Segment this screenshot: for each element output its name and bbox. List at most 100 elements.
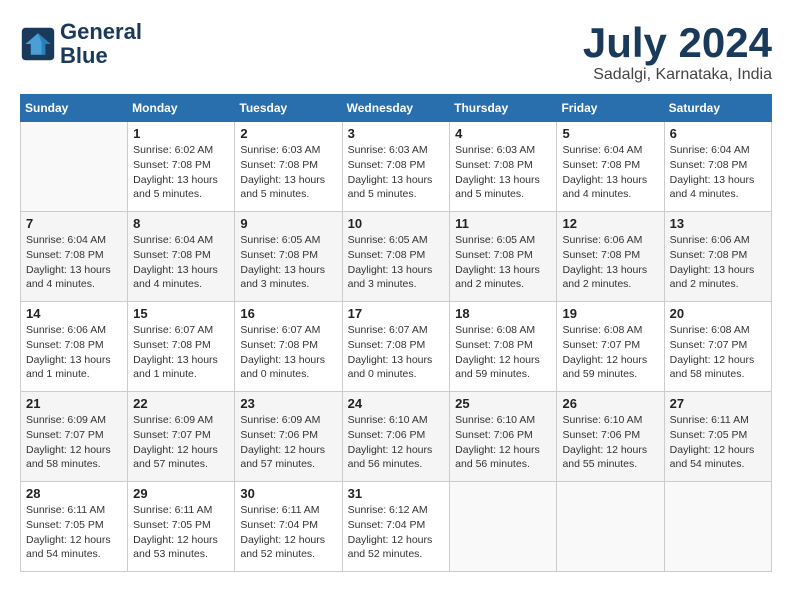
calendar-week-row: 1 Sunrise: 6:02 AMSunset: 7:08 PMDaylight… <box>21 122 772 212</box>
calendar-cell <box>664 482 771 572</box>
day-number: 16 <box>240 306 336 321</box>
day-number: 13 <box>670 216 766 231</box>
calendar-cell: 20Sunrise: 6:08 AMSunset: 7:07 PMDayligh… <box>664 302 771 392</box>
day-info: Sunrise: 6:03 AMSunset: 7:08 PMDaylight:… <box>455 143 551 202</box>
day-info: Sunrise: 6:09 AMSunset: 7:07 PMDaylight:… <box>133 413 229 472</box>
day-info: Sunrise: 6:11 AMSunset: 7:05 PMDaylight:… <box>133 503 229 562</box>
calendar-cell: 13 Sunrise: 6:06 AMSunset: 7:08 PMDayligh… <box>664 212 771 302</box>
weekday-header-row: SundayMondayTuesdayWednesdayThursdayFrid… <box>21 95 772 122</box>
calendar-cell <box>450 482 557 572</box>
day-number: 6 <box>670 126 766 141</box>
calendar-week-row: 14Sunrise: 6:06 AMSunset: 7:08 PMDayligh… <box>21 302 772 392</box>
calendar-cell: 1 Sunrise: 6:02 AMSunset: 7:08 PMDaylight… <box>128 122 235 212</box>
calendar-cell: 26 Sunrise: 6:10 AMSunset: 7:06 PMDayligh… <box>557 392 664 482</box>
day-number: 14 <box>26 306 122 321</box>
month-title: July 2024 <box>583 20 772 66</box>
day-number: 31 <box>348 486 445 501</box>
day-info: Sunrise: 6:09 AMSunset: 7:06 PMDaylight:… <box>240 413 336 472</box>
day-number: 15 <box>133 306 229 321</box>
day-number: 22 <box>133 396 229 411</box>
day-info: Sunrise: 6:03 AMSunset: 7:08 PMDaylight:… <box>348 143 445 202</box>
day-number: 30 <box>240 486 336 501</box>
calendar-cell: 15 Sunrise: 6:07 AMSunset: 7:08 PMDayligh… <box>128 302 235 392</box>
day-info: Sunrise: 6:05 AMSunset: 7:08 PMDaylight:… <box>455 233 551 292</box>
location-text: Sadalgi, Karnataka, India <box>583 66 772 84</box>
day-number: 5 <box>562 126 658 141</box>
day-number: 4 <box>455 126 551 141</box>
day-info: Sunrise: 6:04 AMSunset: 7:08 PMDaylight:… <box>670 143 766 202</box>
calendar-cell: 4 Sunrise: 6:03 AMSunset: 7:08 PMDaylight… <box>450 122 557 212</box>
calendar-cell: 9 Sunrise: 6:05 AMSunset: 7:08 PMDaylight… <box>235 212 342 302</box>
calendar-cell: 10 Sunrise: 6:05 AMSunset: 7:08 PMDayligh… <box>342 212 450 302</box>
day-info: Sunrise: 6:07 AMSunset: 7:08 PMDaylight:… <box>133 323 229 382</box>
calendar-cell: 29Sunrise: 6:11 AMSunset: 7:05 PMDayligh… <box>128 482 235 572</box>
day-info: Sunrise: 6:10 AMSunset: 7:06 PMDaylight:… <box>455 413 551 472</box>
day-number: 7 <box>26 216 122 231</box>
calendar-cell: 18Sunrise: 6:08 AMSunset: 7:08 PMDayligh… <box>450 302 557 392</box>
day-number: 25 <box>455 396 551 411</box>
calendar-cell: 11 Sunrise: 6:05 AMSunset: 7:08 PMDayligh… <box>450 212 557 302</box>
calendar-cell: 16Sunrise: 6:07 AMSunset: 7:08 PMDayligh… <box>235 302 342 392</box>
day-info: Sunrise: 6:02 AMSunset: 7:08 PMDaylight:… <box>133 143 229 202</box>
logo-icon <box>20 26 56 62</box>
weekday-header-sunday: Sunday <box>21 95 128 122</box>
day-info: Sunrise: 6:08 AMSunset: 7:08 PMDaylight:… <box>455 323 551 382</box>
day-number: 26 <box>562 396 658 411</box>
calendar-cell: 27 Sunrise: 6:11 AMSunset: 7:05 PMDayligh… <box>664 392 771 482</box>
calendar-cell: 8 Sunrise: 6:04 AMSunset: 7:08 PMDaylight… <box>128 212 235 302</box>
day-info: Sunrise: 6:04 AMSunset: 7:08 PMDaylight:… <box>133 233 229 292</box>
weekday-header-saturday: Saturday <box>664 95 771 122</box>
day-number: 3 <box>348 126 445 141</box>
calendar-cell: 24Sunrise: 6:10 AMSunset: 7:06 PMDayligh… <box>342 392 450 482</box>
calendar-cell: 28 Sunrise: 6:11 AMSunset: 7:05 PMDayligh… <box>21 482 128 572</box>
day-info: Sunrise: 6:11 AMSunset: 7:04 PMDaylight:… <box>240 503 336 562</box>
day-info: Sunrise: 6:05 AMSunset: 7:08 PMDaylight:… <box>348 233 445 292</box>
weekday-header-wednesday: Wednesday <box>342 95 450 122</box>
calendar-cell: 21Sunrise: 6:09 AMSunset: 7:07 PMDayligh… <box>21 392 128 482</box>
day-info: Sunrise: 6:03 AMSunset: 7:08 PMDaylight:… <box>240 143 336 202</box>
day-info: Sunrise: 6:11 AMSunset: 7:05 PMDaylight:… <box>26 503 122 562</box>
calendar-cell: 22 Sunrise: 6:09 AMSunset: 7:07 PMDayligh… <box>128 392 235 482</box>
day-info: Sunrise: 6:05 AMSunset: 7:08 PMDaylight:… <box>240 233 336 292</box>
weekday-header-thursday: Thursday <box>450 95 557 122</box>
day-number: 1 <box>133 126 229 141</box>
day-number: 20 <box>670 306 766 321</box>
weekday-header-monday: Monday <box>128 95 235 122</box>
calendar-cell: 12 Sunrise: 6:06 AMSunset: 7:08 PMDayligh… <box>557 212 664 302</box>
calendar-cell: 7 Sunrise: 6:04 AMSunset: 7:08 PMDaylight… <box>21 212 128 302</box>
day-info: Sunrise: 6:09 AMSunset: 7:07 PMDaylight:… <box>26 413 122 472</box>
day-number: 27 <box>670 396 766 411</box>
day-number: 24 <box>348 396 445 411</box>
page-header: General Blue July 2024 Sadalgi, Karnatak… <box>20 20 772 84</box>
day-info: Sunrise: 6:10 AMSunset: 7:06 PMDaylight:… <box>562 413 658 472</box>
day-number: 23 <box>240 396 336 411</box>
day-info: Sunrise: 6:06 AMSunset: 7:08 PMDaylight:… <box>562 233 658 292</box>
calendar-week-row: 7 Sunrise: 6:04 AMSunset: 7:08 PMDaylight… <box>21 212 772 302</box>
day-number: 28 <box>26 486 122 501</box>
calendar-cell: 6 Sunrise: 6:04 AMSunset: 7:08 PMDaylight… <box>664 122 771 212</box>
calendar-week-row: 28 Sunrise: 6:11 AMSunset: 7:05 PMDayligh… <box>21 482 772 572</box>
day-number: 11 <box>455 216 551 231</box>
calendar-cell: 25 Sunrise: 6:10 AMSunset: 7:06 PMDayligh… <box>450 392 557 482</box>
day-number: 8 <box>133 216 229 231</box>
calendar-cell: 31 Sunrise: 6:12 AMSunset: 7:04 PMDayligh… <box>342 482 450 572</box>
day-number: 10 <box>348 216 445 231</box>
day-number: 2 <box>240 126 336 141</box>
calendar-cell <box>21 122 128 212</box>
day-info: Sunrise: 6:04 AMSunset: 7:08 PMDaylight:… <box>26 233 122 292</box>
calendar-cell: 2 Sunrise: 6:03 AMSunset: 7:08 PMDaylight… <box>235 122 342 212</box>
calendar-cell: 17Sunrise: 6:07 AMSunset: 7:08 PMDayligh… <box>342 302 450 392</box>
day-number: 12 <box>562 216 658 231</box>
calendar-week-row: 21Sunrise: 6:09 AMSunset: 7:07 PMDayligh… <box>21 392 772 482</box>
calendar-cell <box>557 482 664 572</box>
calendar-cell: 5 Sunrise: 6:04 AMSunset: 7:08 PMDaylight… <box>557 122 664 212</box>
day-info: Sunrise: 6:12 AMSunset: 7:04 PMDaylight:… <box>348 503 445 562</box>
calendar-cell: 30 Sunrise: 6:11 AMSunset: 7:04 PMDayligh… <box>235 482 342 572</box>
calendar-cell: 14Sunrise: 6:06 AMSunset: 7:08 PMDayligh… <box>21 302 128 392</box>
title-block: July 2024 Sadalgi, Karnataka, India <box>583 20 772 84</box>
day-info: Sunrise: 6:06 AMSunset: 7:08 PMDaylight:… <box>670 233 766 292</box>
day-number: 9 <box>240 216 336 231</box>
day-info: Sunrise: 6:04 AMSunset: 7:08 PMDaylight:… <box>562 143 658 202</box>
day-info: Sunrise: 6:11 AMSunset: 7:05 PMDaylight:… <box>670 413 766 472</box>
calendar-table: SundayMondayTuesdayWednesdayThursdayFrid… <box>20 94 772 572</box>
